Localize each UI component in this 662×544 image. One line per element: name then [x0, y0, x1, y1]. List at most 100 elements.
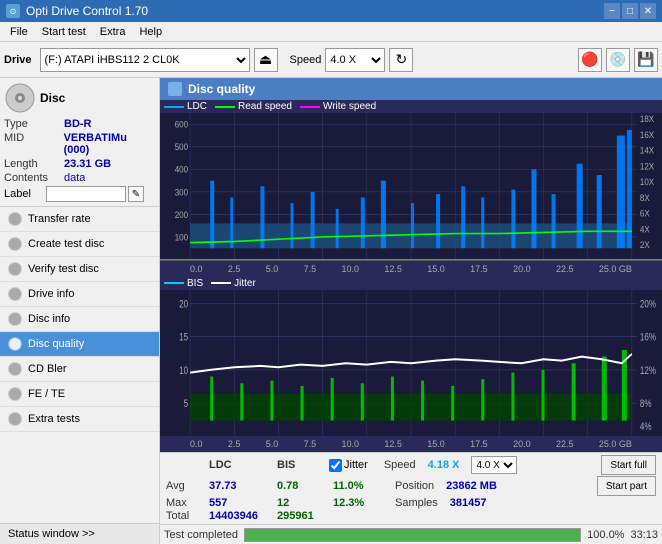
nav-label-extra-tests: Extra tests [28, 413, 80, 425]
bis-col-header: BIS [277, 459, 317, 471]
svg-text:4X: 4X [640, 224, 650, 235]
nav-label-disc-info: Disc info [28, 313, 70, 325]
jitter-checkbox[interactable] [329, 459, 342, 472]
nav-label-drive-info: Drive info [28, 288, 74, 300]
svg-text:14X: 14X [640, 145, 655, 156]
progress-status-text: Test completed [164, 529, 238, 541]
toolbar-btn-1[interactable]: 🔴 [578, 48, 602, 72]
progress-time: 33:13 [630, 529, 658, 541]
start-full-button[interactable]: Start full [601, 455, 656, 475]
menu-extra[interactable]: Extra [94, 24, 132, 40]
svg-text:2X: 2X [640, 240, 650, 251]
sidebar-item-create-test-disc[interactable]: Create test disc [0, 232, 159, 257]
maximize-button[interactable]: □ [622, 3, 638, 19]
svg-text:8%: 8% [640, 397, 652, 409]
svg-text:16X: 16X [640, 129, 655, 140]
sidebar-item-drive-info[interactable]: Drive info [0, 282, 159, 307]
speed-limit-select[interactable]: 4.0 X [471, 456, 517, 474]
nav-label-cd-bler: CD Bler [28, 363, 67, 375]
svg-text:10: 10 [179, 363, 188, 375]
type-label: Type [4, 118, 64, 130]
main-container: Disc Type BD-R MID VERBATIMu (000) Lengt… [0, 78, 662, 544]
svg-text:4%: 4% [640, 419, 652, 431]
drive-select[interactable]: (F:) ATAPI iHBS112 2 CL0K [40, 48, 250, 72]
label-input[interactable] [46, 186, 126, 202]
contents-value: data [64, 172, 85, 184]
upper-chart: 600 500 400 300 200 100 18X 16X 14X 12X … [160, 113, 662, 261]
mid-value: VERBATIMu (000) [64, 132, 155, 156]
read-speed-legend-color [215, 106, 235, 108]
progress-bar-outer [244, 528, 581, 542]
svg-text:20%: 20% [640, 297, 657, 309]
mid-label: MID [4, 132, 64, 156]
bis-legend-color [164, 282, 184, 284]
ldc-legend-color [164, 106, 184, 108]
svg-text:15: 15 [179, 330, 188, 342]
toolbar-btn-2[interactable]: 💿 [606, 48, 630, 72]
svg-text:12%: 12% [640, 363, 657, 375]
sidebar-item-disc-quality[interactable]: Disc quality [0, 332, 159, 357]
menu-help[interactable]: Help [133, 24, 168, 40]
svg-text:18X: 18X [640, 114, 655, 125]
lower-x-axis: 0.0 2.5 5.0 7.5 10.0 12.5 15.0 17.5 20.0… [160, 436, 662, 452]
lower-chart: 20 15 10 5 20% 16% 12% 8% 4% [160, 290, 662, 437]
disc-panel: Disc Type BD-R MID VERBATIMu (000) Lengt… [0, 78, 159, 207]
start-part-button[interactable]: Start part [597, 476, 656, 496]
upper-chart-svg: 600 500 400 300 200 100 18X 16X 14X 12X … [160, 113, 662, 260]
nav-label-create-test-disc: Create test disc [28, 238, 104, 250]
nav-label-fe-te: FE / TE [28, 388, 65, 400]
speed-col-header: Speed [384, 459, 416, 471]
ldc-avg: 37.73 [209, 480, 269, 492]
sidebar-item-verify-test-disc[interactable]: Verify test disc [0, 257, 159, 282]
refresh-button[interactable]: ↻ [389, 48, 413, 72]
bis-legend-label: BIS [187, 278, 203, 289]
sidebar-item-extra-tests[interactable]: Extra tests [0, 407, 159, 432]
minimize-button[interactable]: − [604, 3, 620, 19]
ldc-legend-label: LDC [187, 101, 207, 112]
type-value: BD-R [64, 118, 92, 130]
disc-quality-header: Disc quality [160, 78, 662, 100]
progress-bar-inner [245, 529, 580, 541]
speed-select[interactable]: 4.0 X [325, 48, 385, 72]
label-label: Label [4, 188, 44, 200]
bis-avg: 0.78 [277, 480, 317, 492]
read-speed-legend-label: Read speed [238, 101, 292, 112]
status-window-label: Status window >> [8, 528, 95, 540]
sidebar-item-fe-te[interactable]: FE / TE [0, 382, 159, 407]
close-button[interactable]: ✕ [640, 3, 656, 19]
svg-text:600: 600 [175, 119, 189, 130]
status-window-button[interactable]: Status window >> [0, 523, 159, 544]
menu-start-test[interactable]: Start test [36, 24, 92, 40]
nav-label-verify-test-disc: Verify test disc [28, 263, 99, 275]
window-controls: − □ ✕ [604, 3, 656, 19]
title-bar-text: Opti Drive Control 1.70 [26, 4, 148, 18]
samples-val: 381457 [450, 497, 487, 509]
avg-label: Avg [166, 480, 201, 492]
svg-text:6X: 6X [640, 208, 650, 219]
sidebar-item-cd-bler[interactable]: CD Bler [0, 357, 159, 382]
svg-text:16%: 16% [640, 330, 657, 342]
svg-text:300: 300 [175, 187, 189, 198]
svg-text:20: 20 [179, 297, 188, 309]
max-label: Max [166, 497, 201, 509]
lower-legend: BIS Jitter [160, 277, 662, 290]
eject-button[interactable]: ⏏ [254, 48, 278, 72]
length-value: 23.31 GB [64, 158, 111, 170]
nav-label-disc-quality: Disc quality [28, 338, 84, 350]
sidebar-item-disc-info[interactable]: Disc info [0, 307, 159, 332]
svg-text:200: 200 [175, 209, 189, 220]
menu-bar: File Start test Extra Help [0, 22, 662, 42]
svg-text:5: 5 [184, 397, 188, 409]
svg-text:400: 400 [175, 164, 189, 175]
samples-label: Samples [395, 497, 438, 509]
contents-label: Contents [4, 172, 64, 184]
jitter-col-header: Jitter [344, 459, 368, 471]
ldc-col-header: LDC [209, 459, 269, 471]
sidebar-item-transfer-rate[interactable]: Transfer rate [0, 207, 159, 232]
menu-file[interactable]: File [4, 24, 34, 40]
label-edit-button[interactable]: ✎ [128, 186, 144, 202]
ldc-max: 557 [209, 497, 269, 509]
upper-legend: LDC Read speed Write speed [160, 100, 662, 113]
bis-max: 12 [277, 497, 317, 509]
toolbar-btn-3[interactable]: 💾 [634, 48, 658, 72]
